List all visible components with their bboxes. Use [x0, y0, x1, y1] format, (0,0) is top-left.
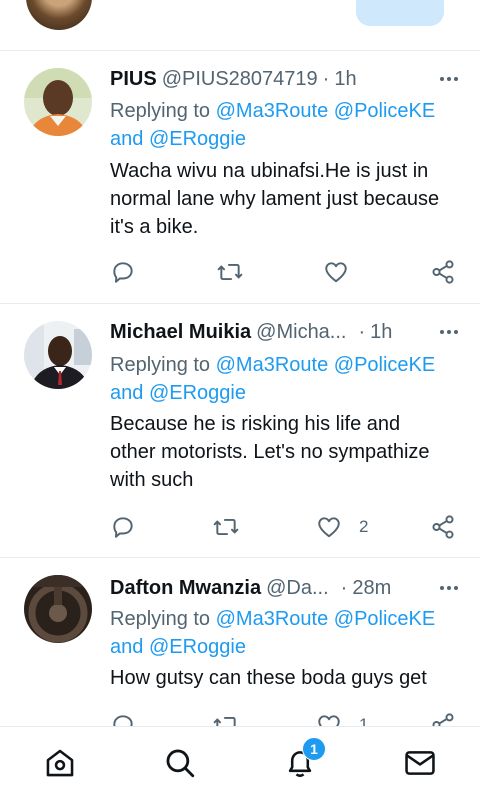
retweet-button[interactable]: [212, 512, 240, 542]
author-handle[interactable]: @PIUS28074719: [162, 68, 318, 91]
retweet-button[interactable]: [216, 257, 244, 287]
reply-button[interactable]: [110, 512, 136, 542]
more-options-icon[interactable]: [438, 322, 460, 342]
nav-search[interactable]: [163, 746, 197, 780]
heart-icon: [325, 262, 347, 283]
search-icon: [166, 749, 195, 778]
tweet-text-line: normal lane why lament just because: [110, 188, 440, 210]
author-name[interactable]: Michael Muikia: [110, 321, 251, 344]
tweet-text-line: How gutsy can these boda guys get: [110, 667, 427, 689]
avatar[interactable]: [26, 0, 92, 30]
replying-to: Replying to @Ma3Route @PoliceKE and @ERo…: [110, 351, 460, 407]
like-button[interactable]: 2: [316, 512, 368, 542]
avatar[interactable]: [24, 575, 92, 643]
reply-icon: [113, 262, 133, 283]
tweet-text-line: with such: [110, 469, 194, 491]
reply-icon: [113, 517, 133, 538]
tweet[interactable]: Michael Muikia @Micha... · 1h Replying t…: [0, 304, 480, 558]
tweet-text: How gutsy can these boda guys get: [110, 664, 460, 692]
share-icon: [432, 260, 454, 284]
home-icon: [46, 749, 74, 777]
share-icon: [432, 515, 454, 539]
replying-to-label: Replying to: [110, 608, 216, 630]
tweet[interactable]: PIUS @PIUS28074719 · 1h Replying to @Ma3…: [0, 51, 480, 304]
heart-icon: [318, 517, 340, 538]
author-handle[interactable]: @Micha...: [256, 321, 346, 344]
separator-dot: ·: [322, 67, 330, 90]
replying-to-label: Replying to: [110, 100, 216, 122]
bottom-nav: [0, 726, 480, 798]
mention-link[interactable]: @PoliceKE: [334, 354, 435, 376]
tweet-actions: 2: [0, 512, 480, 542]
share-button[interactable]: [430, 257, 456, 287]
retweet-icon: [213, 518, 239, 536]
author-handle[interactable]: @Da...: [266, 577, 329, 600]
more-options-icon[interactable]: [438, 578, 460, 598]
tweet-actions: [0, 257, 480, 287]
like-button[interactable]: [323, 257, 361, 287]
tweet-text-line: other motorists. Let's no sympathize: [110, 441, 430, 463]
reply-button[interactable]: [110, 257, 136, 287]
previous-tweet-partial[interactable]: [0, 0, 480, 51]
mention-link[interactable]: @ERoggie: [149, 382, 246, 404]
avatar[interactable]: [24, 321, 92, 389]
mention-link[interactable]: @Ma3Route: [216, 354, 329, 376]
like-count: 2: [359, 517, 369, 536]
nav-messages[interactable]: [403, 746, 437, 780]
mention-link[interactable]: @ERoggie: [149, 128, 246, 150]
replying-to: Replying to @Ma3Route @PoliceKE and @ERo…: [110, 605, 460, 661]
author-name[interactable]: Dafton Mwanzia: [110, 577, 261, 600]
timestamp[interactable]: 1h: [334, 68, 356, 91]
tweet-text: Because he is risking his life and other…: [110, 410, 460, 494]
nav-home[interactable]: [43, 746, 77, 780]
timestamp[interactable]: 1h: [370, 321, 392, 344]
messages-icon: [405, 751, 435, 775]
mention-link[interactable]: @PoliceKE: [334, 608, 435, 630]
more-options-icon[interactable]: [438, 69, 460, 89]
tweet-text-line: Because he is risking his life and: [110, 413, 401, 435]
replying-to-and[interactable]: and: [110, 382, 143, 404]
mention-link[interactable]: @PoliceKE: [334, 100, 435, 122]
share-button[interactable]: [430, 512, 456, 542]
replying-to-and[interactable]: and: [110, 128, 143, 150]
separator-dot: ·: [340, 576, 348, 599]
tweet-text-line: it's a bike.: [110, 216, 199, 238]
tweet-text: Wacha wivu na ubinafsi.He is just in nor…: [110, 157, 460, 241]
separator-dot: ·: [358, 320, 366, 343]
tweet-text-line: Wacha wivu na ubinafsi.He is just in: [110, 160, 429, 182]
mention-link[interactable]: @ERoggie: [149, 636, 246, 658]
replying-to-and[interactable]: and: [110, 636, 143, 658]
replying-to-label: Replying to: [110, 354, 216, 376]
mention-link[interactable]: @Ma3Route: [216, 608, 329, 630]
retweet-icon: [217, 263, 243, 281]
replying-to: Replying to @Ma3Route @PoliceKE and @ERo…: [110, 97, 460, 153]
author-name[interactable]: PIUS: [110, 68, 157, 91]
notification-badge[interactable]: 1: [302, 737, 326, 761]
avatar[interactable]: [24, 68, 92, 136]
timestamp[interactable]: 28m: [352, 577, 391, 600]
mention-link[interactable]: @Ma3Route: [216, 100, 329, 122]
follow-button-partial[interactable]: [356, 0, 444, 26]
